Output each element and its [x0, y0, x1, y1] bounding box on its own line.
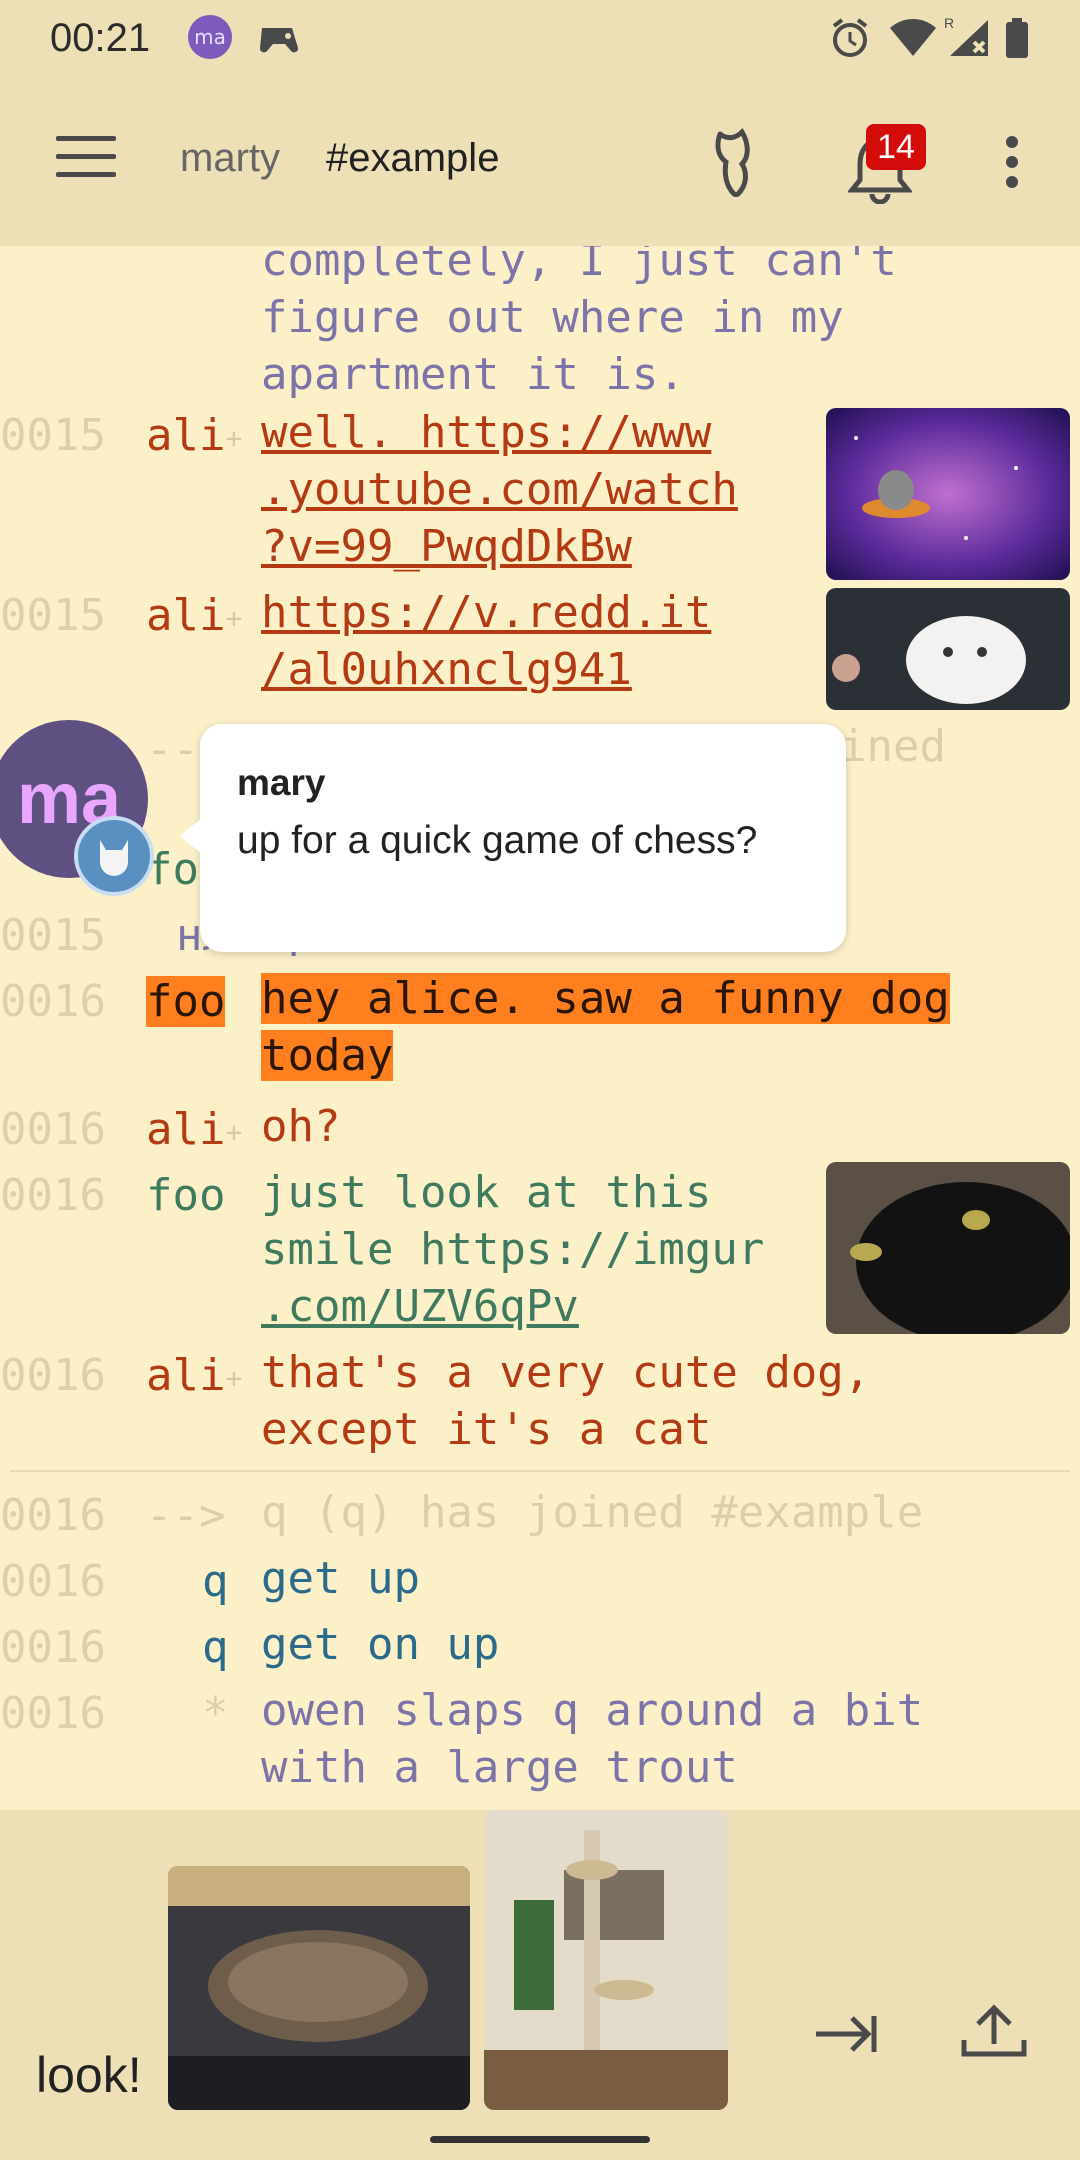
timestamp: 0016	[0, 976, 106, 1027]
message-text: except it's a cat	[261, 1404, 712, 1455]
timestamp: 0016	[0, 1104, 106, 1155]
message-text: today	[261, 1030, 394, 1081]
status-bar: 00:21 ma R	[0, 0, 1080, 80]
message-link[interactable]: smile https://imgur	[261, 1221, 764, 1278]
nick[interactable]: q	[202, 1622, 229, 1673]
wifi-icon	[890, 19, 936, 56]
overflow-menu-icon[interactable]	[1000, 134, 1024, 190]
message-text: get on up	[261, 1619, 500, 1670]
message-link[interactable]: well. https://www	[261, 404, 711, 461]
nick[interactable]: foo	[146, 1170, 225, 1221]
message-text: apartment it is.	[261, 349, 685, 400]
timestamp: 0015	[0, 590, 106, 641]
link-preview-image[interactable]	[826, 408, 1070, 580]
message-text: completely, I just can't	[261, 246, 897, 286]
system-prefix: --	[146, 724, 199, 775]
message-text: just look at this	[261, 1167, 712, 1218]
message-text: figure out where in my	[261, 292, 844, 343]
alarm-icon	[832, 18, 868, 57]
nick[interactable]: ali+	[146, 1350, 242, 1401]
action-marker: *	[202, 1688, 229, 1739]
nick[interactable]: ali+	[146, 1104, 242, 1155]
message-link[interactable]: .com/UZV6qPv	[261, 1278, 579, 1335]
nick[interactable]: ali+	[146, 410, 242, 461]
notification-badge: 14	[866, 124, 926, 170]
attachment-image[interactable]	[484, 1810, 728, 2110]
timestamp: 0016	[0, 1556, 106, 1607]
nick[interactable]: q	[202, 1556, 229, 1607]
signal-roaming-icon: R	[944, 16, 988, 56]
popup-sender: mary	[237, 762, 326, 803]
timestamp: 0016	[0, 1350, 106, 1401]
nick[interactable]: ali+	[146, 590, 242, 641]
channel-title[interactable]: #example	[326, 136, 499, 181]
message-link[interactable]: https://v.redd.it	[261, 584, 711, 641]
message-text: that's a very cute dog,	[261, 1347, 871, 1398]
timestamp: 0016	[0, 1170, 106, 1221]
message-link[interactable]: .youtube.com/watch	[261, 461, 738, 518]
link-preview-image[interactable]	[826, 588, 1070, 710]
timestamp: 0016	[0, 1622, 106, 1673]
system-message: ined	[840, 721, 946, 772]
message-text: with a large trout	[261, 1742, 738, 1793]
status-avatar: ma	[188, 15, 232, 59]
timestamp: 0015	[0, 410, 106, 461]
svg-text:R: R	[944, 16, 954, 31]
system-message: q (q) has joined #example	[261, 1487, 924, 1538]
message-text: owen slaps q around a bit	[261, 1685, 924, 1736]
message-link[interactable]: /al0uhxnclg941	[261, 641, 632, 698]
link-preview-image[interactable]	[826, 1162, 1070, 1334]
timestamp: 0016	[0, 1688, 106, 1739]
popup-message: up for a quick game of chess?	[237, 819, 758, 862]
gesture-nav-bar[interactable]	[430, 2136, 650, 2143]
battery-icon	[1006, 18, 1028, 58]
game-controller-icon	[259, 28, 299, 53]
message-text: oh?	[261, 1101, 341, 1152]
message-bubble-popup[interactable]: mary up for a quick game of chess?	[180, 724, 846, 952]
network-tab[interactable]: marty	[170, 136, 280, 181]
timestamp: 0016	[0, 1490, 106, 1541]
attachment-image[interactable]	[168, 1866, 470, 2110]
message-text: hey alice. saw a funny dog	[261, 973, 950, 1024]
nick[interactable]: foo	[146, 976, 226, 1027]
message-link[interactable]: ?v=99_PwqdDkBw	[261, 518, 632, 575]
timestamp: 0015	[0, 910, 106, 961]
dragon-icon[interactable]	[708, 126, 764, 198]
tab-complete-icon[interactable]	[812, 2006, 882, 2062]
app-toolbar: marty #example 14	[0, 80, 1080, 246]
app-cat-icon	[74, 816, 154, 896]
upload-icon[interactable]	[958, 2000, 1030, 2060]
message-text: get up	[261, 1553, 420, 1604]
status-time: 00:21	[50, 16, 151, 60]
input-bar: look!	[0, 1810, 1080, 2160]
menu-icon[interactable]	[56, 136, 116, 180]
chat-log-lower[interactable]: 0016 --> q (q) has joined #example 0016 …	[0, 1470, 1080, 1810]
message-input[interactable]: look!	[36, 2046, 142, 2104]
system-prefix: -->	[146, 1490, 226, 1541]
